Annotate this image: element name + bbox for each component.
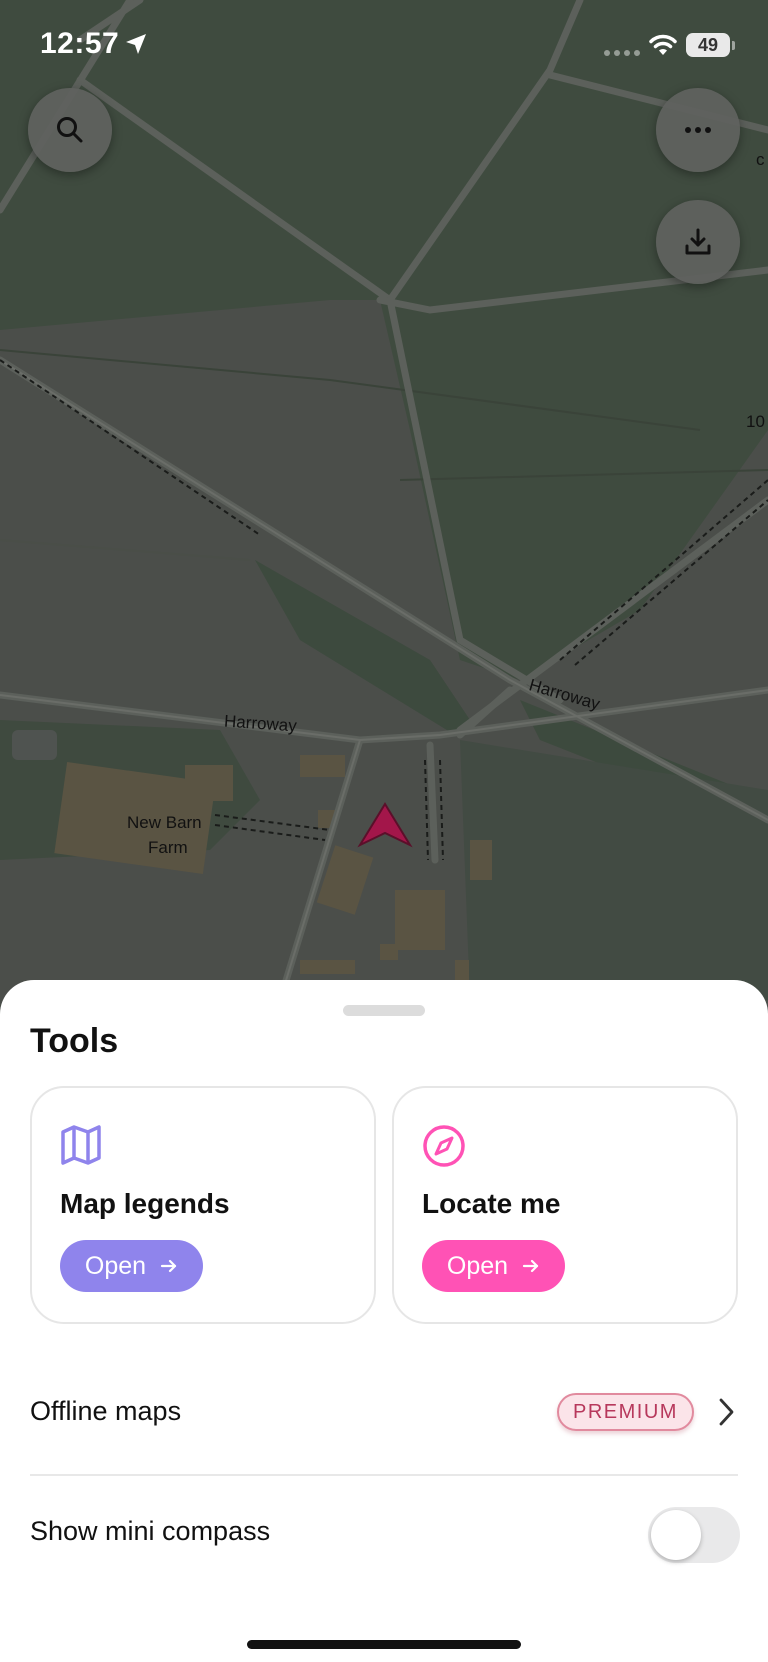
compass-icon bbox=[423, 1125, 465, 1167]
battery-tip bbox=[732, 41, 735, 50]
offline-maps-label: Offline maps bbox=[30, 1396, 182, 1426]
search-icon bbox=[57, 117, 83, 143]
offline-maps-row[interactable]: Offline maps PREMIUM bbox=[30, 1373, 738, 1453]
mini-compass-label: Show mini compass bbox=[30, 1516, 271, 1546]
sheet-grabber[interactable] bbox=[343, 1005, 425, 1016]
arrow-right-icon bbox=[522, 1259, 539, 1273]
status-time: 12:57 bbox=[40, 27, 120, 60]
toggle-knob bbox=[651, 1510, 701, 1560]
cellular-signal-icon bbox=[604, 50, 640, 56]
chevron-right-icon bbox=[719, 1398, 734, 1426]
map-canvas bbox=[0, 0, 768, 1000]
locate-me-open-button[interactable]: Open bbox=[422, 1240, 565, 1292]
place-label-new-barn: New Barn bbox=[127, 813, 202, 832]
more-options-button[interactable] bbox=[656, 88, 740, 172]
locate-me-open-label: Open bbox=[446, 1251, 509, 1280]
contour-label: 10 bbox=[746, 412, 765, 431]
search-button[interactable] bbox=[28, 88, 112, 172]
home-indicator bbox=[247, 1640, 521, 1649]
status-bar: 12:57 49 bbox=[0, 0, 768, 92]
mini-compass-toggle[interactable] bbox=[648, 1507, 740, 1563]
location-arrow-icon bbox=[126, 34, 146, 54]
sheet-title: Tools bbox=[30, 1022, 119, 1060]
map-legends-card[interactable]: Map legends Open bbox=[30, 1086, 376, 1324]
place-label-edge: c bbox=[756, 150, 765, 169]
locate-me-card[interactable]: Locate me Open bbox=[392, 1086, 738, 1324]
battery-indicator: 49 bbox=[686, 33, 730, 57]
map-legends-open-button[interactable]: Open bbox=[60, 1240, 203, 1292]
more-icon bbox=[685, 127, 711, 133]
locate-me-title: Locate me bbox=[422, 1188, 561, 1219]
arrow-right-icon bbox=[160, 1259, 177, 1273]
map-view[interactable]: Harroway Harroway New Barn Farm c 10 bbox=[0, 0, 768, 1000]
tools-sheet: Tools Map legends Open Locate me Open Of… bbox=[0, 980, 768, 1662]
map-legends-title: Map legends bbox=[60, 1188, 230, 1219]
map-icon bbox=[61, 1125, 101, 1165]
mini-compass-row: Show mini compass bbox=[30, 1493, 740, 1573]
premium-badge: PREMIUM bbox=[557, 1393, 694, 1431]
download-icon bbox=[685, 228, 711, 255]
map-legends-open-label: Open bbox=[84, 1251, 147, 1280]
place-label-farm: Farm bbox=[148, 838, 188, 857]
wifi-icon bbox=[649, 34, 677, 55]
divider bbox=[30, 1474, 738, 1476]
download-button[interactable] bbox=[656, 200, 740, 284]
